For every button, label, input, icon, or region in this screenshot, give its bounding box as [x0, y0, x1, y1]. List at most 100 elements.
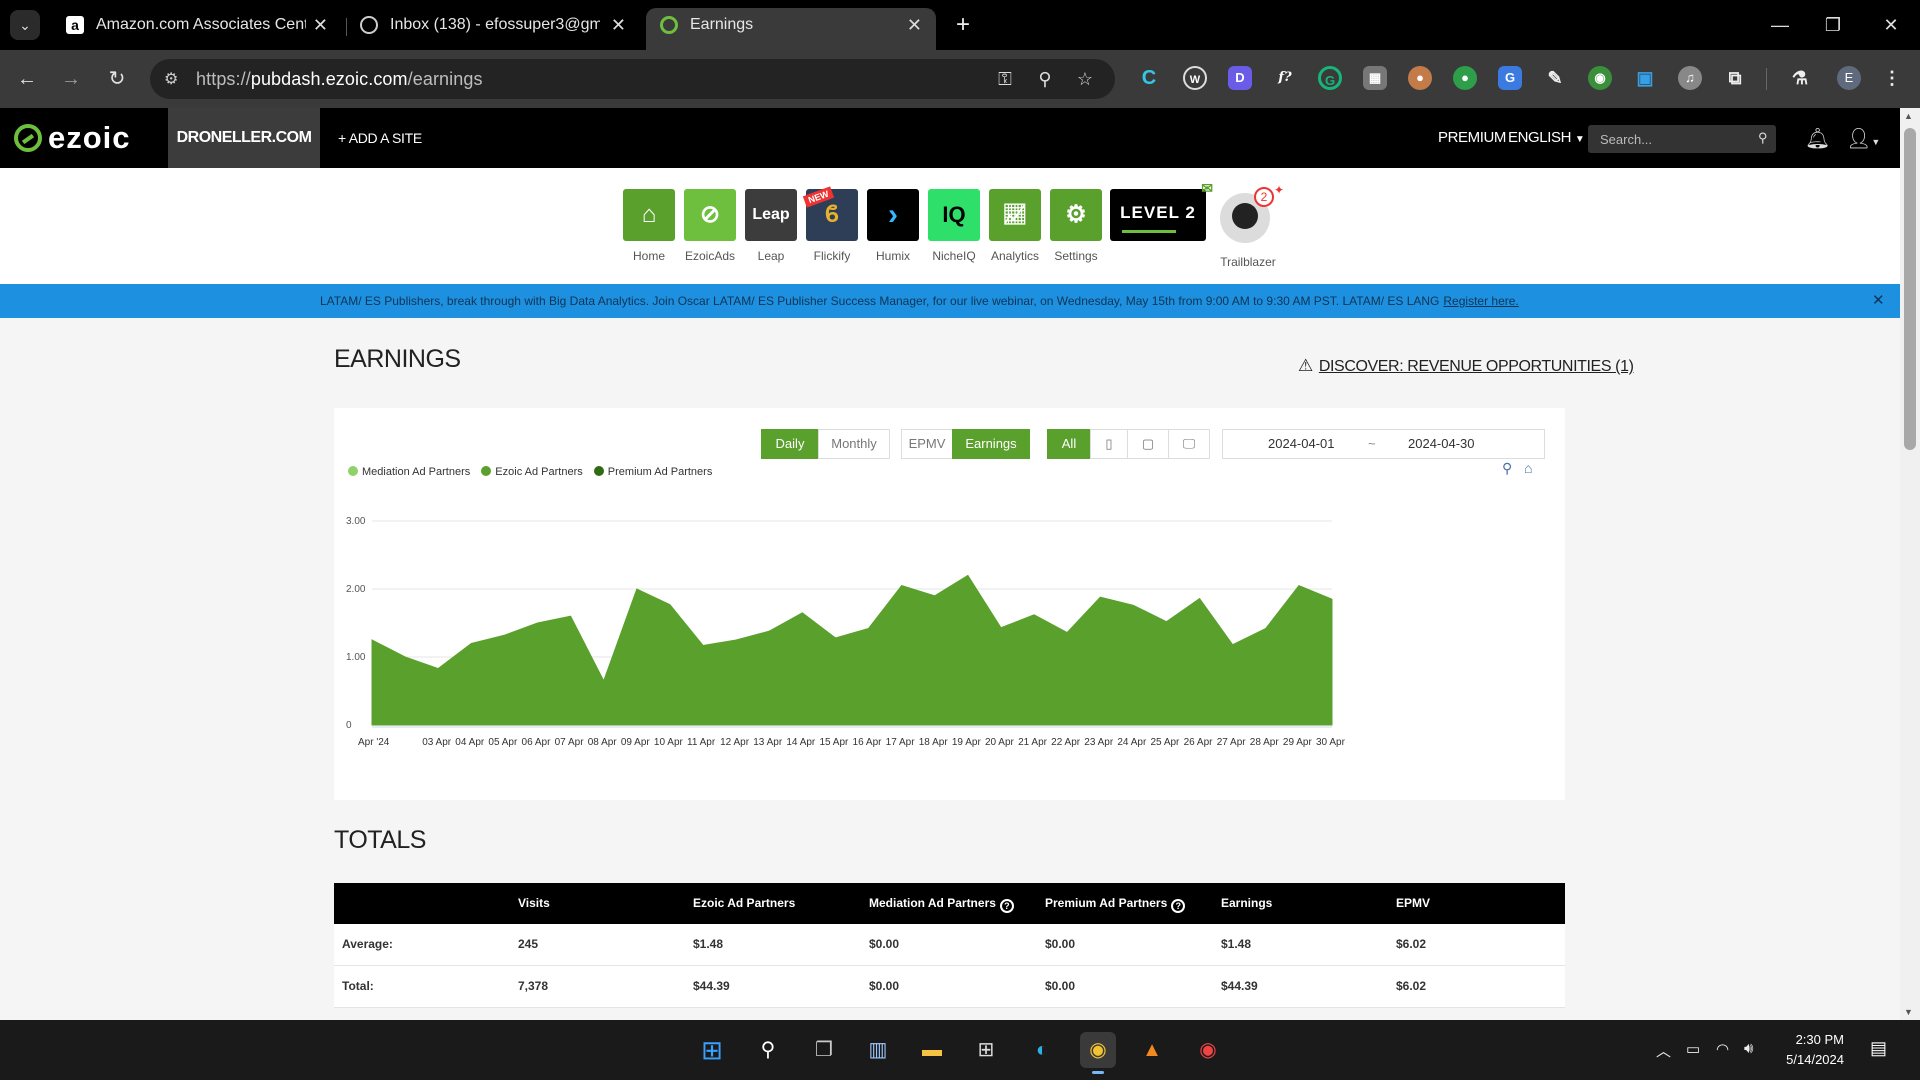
bookmark-star-icon[interactable]: ☆	[1072, 67, 1098, 91]
data-point[interactable]	[1131, 603, 1135, 607]
data-point[interactable]	[436, 667, 440, 671]
grammarly-icon[interactable]: G	[1318, 66, 1342, 90]
help-icon[interactable]: ?	[999, 899, 1014, 913]
browser-menu-icon[interactable]: ⋮	[1880, 66, 1904, 90]
data-point[interactable]	[734, 638, 738, 642]
area-series-ezoic[interactable]	[371, 574, 1333, 726]
bell-icon[interactable]: 🔔︎	[1805, 126, 1830, 151]
chart-home-icon[interactable]: ⌂	[1524, 460, 1532, 476]
add-site-link[interactable]: + ADD A SITE	[338, 108, 422, 168]
task-view-icon[interactable]: ❐	[806, 1032, 842, 1068]
data-point[interactable]	[502, 633, 506, 637]
url-text[interactable]: https://pubdash.ezoic.com/earnings	[196, 59, 483, 99]
legend-item-mediation[interactable]: Mediation Ad Partners	[348, 466, 470, 478]
restore-icon[interactable]: ❐	[1818, 10, 1848, 40]
system-clock[interactable]: 2:30 PM 5/14/2024	[1774, 1030, 1844, 1070]
search-icon[interactable]: ⚲	[750, 1032, 786, 1068]
reload-icon[interactable]: ↻	[102, 64, 132, 94]
data-point[interactable]	[370, 638, 374, 642]
widgets-icon[interactable]: ▥	[860, 1032, 896, 1068]
all-devices-button[interactable]: All	[1047, 429, 1091, 459]
user-menu-icon[interactable]: 👤︎▼	[1846, 126, 1880, 151]
data-point[interactable]	[933, 594, 937, 598]
scroll-up-icon[interactable]: ▲	[1904, 111, 1913, 121]
data-point[interactable]	[1032, 613, 1036, 617]
edge-icon[interactable]: ◐	[1024, 1032, 1060, 1068]
data-point[interactable]	[1198, 597, 1202, 601]
language-selector[interactable]: ENGLISH ▼	[1508, 108, 1585, 170]
data-point[interactable]	[1164, 620, 1168, 624]
data-point[interactable]	[569, 614, 573, 618]
wifi-icon[interactable]: ◠	[1716, 1040, 1729, 1058]
ezoic-logo[interactable]: ezoic	[14, 120, 131, 156]
data-point[interactable]	[635, 587, 639, 591]
tab-search-button[interactable]: ⌄	[10, 10, 40, 40]
tab-gmail-inbox[interactable]: Inbox (138) - efossuper3@gmail.com ✕	[346, 8, 640, 50]
scrollbar-thumb[interactable]	[1904, 128, 1916, 450]
data-point[interactable]	[668, 603, 672, 607]
zoom-reset-icon[interactable]: ⚲	[1502, 460, 1512, 477]
chrome-icon[interactable]: ◉	[1190, 1032, 1226, 1068]
battery-icon[interactable]: ▭	[1686, 1040, 1700, 1058]
tablet-device-button[interactable]: ▢	[1127, 429, 1169, 459]
data-point[interactable]	[1264, 626, 1268, 630]
data-point[interactable]	[536, 621, 540, 625]
close-tab-icon[interactable]: ✕	[313, 8, 328, 42]
mobile-device-button[interactable]: ▯	[1090, 429, 1128, 459]
extension-c-icon[interactable]: C	[1137, 66, 1161, 90]
site-info-icon[interactable]: ⚙	[164, 69, 178, 89]
extension-gray-icon[interactable]: ♫	[1678, 66, 1702, 90]
extension-d-icon[interactable]: D	[1228, 66, 1252, 90]
data-point[interactable]	[1098, 595, 1102, 599]
site-search-input[interactable]	[1588, 125, 1776, 153]
profile-avatar[interactable]: E	[1837, 66, 1861, 90]
data-point[interactable]	[900, 584, 904, 588]
new-tab-button[interactable]: +	[948, 10, 978, 40]
data-point[interactable]	[469, 641, 473, 645]
data-point[interactable]	[403, 655, 407, 659]
function-icon[interactable]: f?	[1273, 66, 1297, 90]
wordpress-icon[interactable]: W	[1183, 66, 1207, 90]
app-settings[interactable]: ⚙ Settings	[1050, 189, 1102, 263]
legend-item-premium[interactable]: Premium Ad Partners	[593, 466, 712, 478]
screenshot-icon[interactable]: ▦	[1363, 66, 1387, 90]
level-badge[interactable]: LEVEL 2 ✉	[1110, 181, 1213, 241]
extension-robot-icon[interactable]: ●	[1453, 66, 1477, 90]
data-point[interactable]	[1065, 631, 1069, 635]
earnings-button[interactable]: Earnings	[952, 429, 1030, 459]
password-key-icon[interactable]: ⚿	[992, 67, 1018, 91]
search-icon[interactable]: ⚲	[1758, 130, 1768, 146]
data-point[interactable]	[800, 611, 804, 615]
scroll-down-icon[interactable]: ▼	[1904, 1007, 1913, 1017]
data-point[interactable]	[602, 679, 606, 683]
data-point[interactable]	[1330, 597, 1334, 601]
date-range-picker[interactable]: 2024-04-01 ~ 2024-04-30	[1222, 429, 1545, 459]
daily-button[interactable]: Daily	[761, 429, 819, 459]
chrome-beta-icon[interactable]: ◉	[1080, 1032, 1116, 1074]
volume-icon[interactable]: 🔊︎	[1744, 1040, 1753, 1057]
labs-flask-icon[interactable]: ⚗	[1788, 66, 1812, 90]
data-point[interactable]	[1297, 584, 1301, 588]
translate-icon[interactable]: G	[1498, 66, 1522, 90]
data-point[interactable]	[999, 626, 1003, 630]
data-point[interactable]	[966, 573, 970, 577]
data-point[interactable]	[701, 643, 705, 647]
vlc-icon[interactable]: ▲	[1134, 1032, 1170, 1068]
back-icon[interactable]: ←	[12, 64, 42, 94]
desktop-device-button[interactable]: 🖵︎	[1168, 429, 1210, 459]
close-tab-icon[interactable]: ✕	[907, 8, 922, 42]
capture-icon[interactable]: ▣	[1633, 66, 1657, 90]
extensions-puzzle-icon[interactable]: ⧉	[1723, 66, 1747, 90]
eyedropper-icon[interactable]: ✎	[1543, 66, 1567, 90]
data-point[interactable]	[867, 626, 871, 630]
extension-owl-icon[interactable]: ●	[1408, 66, 1432, 90]
tab-amazon-associates[interactable]: a Amazon.com Associates Central ✕	[52, 8, 342, 50]
app-trailblazer[interactable]: 2 ✦ Trailblazer	[1218, 183, 1284, 269]
windows-start-icon[interactable]: ⊞	[694, 1032, 730, 1068]
legend-item-ezoic[interactable]: Ezoic Ad Partners	[481, 466, 583, 478]
site-selector[interactable]: DRONELLER.COM	[168, 108, 320, 168]
data-point[interactable]	[833, 636, 837, 640]
data-point[interactable]	[1231, 643, 1235, 647]
tray-chevron-icon[interactable]: ︿	[1656, 1040, 1671, 1061]
help-icon[interactable]: ?	[1171, 899, 1186, 913]
